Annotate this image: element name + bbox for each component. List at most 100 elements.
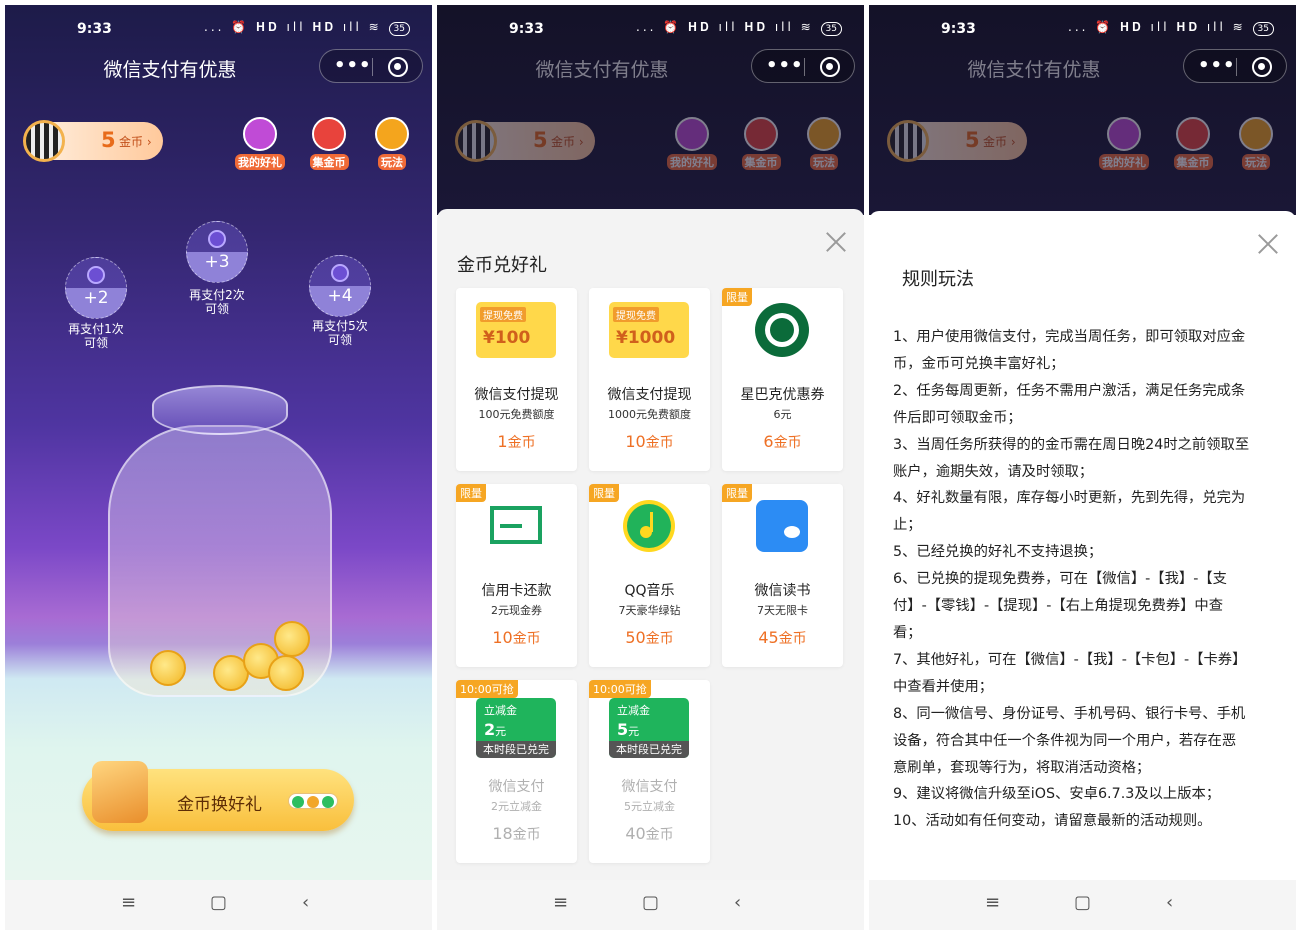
- gift-card[interactable]: 提现免费 ¥1000 微信支付提现 1000元免费额度 10金币: [589, 288, 710, 471]
- task-list-icon: [1176, 117, 1210, 151]
- rules-line: 5、已经兑换的好礼不支持退换；: [893, 544, 1103, 561]
- close-icon[interactable]: [1257, 233, 1279, 255]
- back-icon[interactable]: ‹: [302, 892, 309, 913]
- rules-sheet: 规则玩法 1、用户使用微信支付，完成当周任务，即可领取对应金 币，金币可兑换丰富…: [869, 211, 1296, 882]
- rules-clipboard-icon: [1239, 117, 1273, 151]
- back-icon[interactable]: ‹: [1166, 892, 1173, 913]
- shortcut-label: 我的好礼: [1099, 154, 1149, 170]
- exchange-gifts-button[interactable]: 金币换好礼: [82, 761, 354, 831]
- rules-line: 10、活动如有任何变动，请留意最新的活动规则。: [893, 813, 1212, 830]
- dimmed-background: 9:33 ... ⏰ 𝐇𝐃 ıll 𝐇𝐃 ıll ≋ 35 微信支付有优惠 ••…: [437, 5, 864, 215]
- capsule-divider: [372, 58, 373, 76]
- signal-icons: ... ⏰ 𝐇𝐃 ıll 𝐇𝐃 ıll ≋: [636, 20, 814, 34]
- gift-card[interactable]: 限量 QQ音乐 7天豪华绿钻 50金币: [589, 484, 710, 667]
- gift-name: 信用卡还款: [481, 583, 552, 599]
- gift-card[interactable]: 立减金 5元 本时段已兑完 10:00可抢 微信支付 5元立减金 40金币: [589, 680, 710, 863]
- status-bar: 9:33 ... ⏰ 𝐇𝐃 ıll 𝐇𝐃 ıll ≋ 35: [869, 17, 1296, 41]
- close-mini-program-icon[interactable]: [820, 57, 840, 77]
- menu-icon[interactable]: ≡: [985, 892, 1000, 913]
- close-mini-program-icon[interactable]: [388, 57, 408, 77]
- shortcut-label: 集金币: [1173, 154, 1213, 170]
- collect-coins-button[interactable]: 集金币: [299, 117, 359, 170]
- rules-line: 付】-【零钱】-【提现】-【右上角提现免费券】中查: [893, 598, 1224, 615]
- rules-line: 1、用户使用微信支付，完成当周任务，即可领取对应金: [893, 329, 1246, 345]
- battery-icon: 35: [1252, 22, 1274, 36]
- coin-count: 5: [101, 128, 116, 152]
- voucher-tag: 提现免费: [613, 307, 659, 322]
- voucher-amount: ¥100: [483, 328, 531, 348]
- menu-icon[interactable]: ≡: [121, 892, 136, 913]
- gift-card[interactable]: 限量 星巴克优惠券 6元 6金币: [722, 288, 843, 471]
- rules-clipboard-icon: [807, 117, 841, 151]
- voucher-tag: 立减金: [484, 704, 517, 717]
- home-icon[interactable]: ▢: [642, 892, 659, 913]
- page-title: 微信支付有优惠: [103, 59, 237, 81]
- voucher-amount: ¥1000: [616, 328, 676, 348]
- menu-icon[interactable]: ≡: [553, 892, 568, 913]
- credit-card-repay-icon: [476, 498, 556, 554]
- gift-card[interactable]: 立减金 2元 本时段已兑完 10:00可抢 微信支付 2元立减金 18金币: [456, 680, 577, 863]
- gift-card[interactable]: 限量 微信读书 7天无限卡 45金币: [722, 484, 843, 667]
- close-icon[interactable]: [825, 231, 847, 253]
- avatar: [23, 120, 65, 162]
- exchange-sheet: 金币兑好礼 提现免费 ¥100 微信支付提现 100元免费额度 1金币 提现免费…: [437, 209, 864, 880]
- status-icons: ... ⏰ 𝐇𝐃 ıll 𝐇𝐃 ıll ≋ 35: [204, 20, 410, 36]
- more-button[interactable]: •••: [334, 55, 372, 76]
- rules-line: 意刷单，套现等行为，将取消活动资格；: [893, 759, 1151, 776]
- how-to-play-button[interactable]: 玩法: [362, 117, 422, 170]
- gift-name: 星巴克优惠券: [740, 387, 825, 403]
- rules-line: 7、其他好礼，可在【微信】-【我】-【卡包】-【卡券】: [893, 651, 1247, 668]
- bubble-caption: 再支付5次 可领: [312, 319, 368, 347]
- coin-balance-button: 5 金币 ›: [455, 120, 595, 162]
- rules-line: 6、已兑换的提现免费券，可在【微信】-【我】-【支: [893, 571, 1227, 588]
- withdraw-voucher-icon: 提现免费 ¥100: [476, 302, 556, 358]
- wechat-pay-icon: [331, 264, 349, 282]
- voucher-amount: 5元: [617, 720, 640, 739]
- rules-line: 9、建议将微信升级至iOS、安卓6.7.3及以上版本；: [893, 786, 1221, 803]
- my-gifts-button: 我的好礼: [1094, 117, 1154, 170]
- signal-icons: ... ⏰ 𝐇𝐃 ıll 𝐇𝐃 ıll ≋: [1068, 20, 1246, 34]
- rules-line: 币，金币可兑换丰富好礼；: [893, 355, 1065, 372]
- main-screen: 9:33 ... ⏰ 𝐇𝐃 ıll 𝐇𝐃 ıll ≋ 35 微信支付有优惠 ••…: [5, 5, 432, 930]
- coin-bubble-2[interactable]: +3: [186, 221, 248, 283]
- gift-price: 10金币: [625, 432, 674, 451]
- coin-count: 5: [533, 128, 548, 152]
- more-button[interactable]: •••: [766, 55, 804, 76]
- rules-sheet-screen: 9:33 ... ⏰ 𝐇𝐃 ıll 𝐇𝐃 ıll ≋ 35 微信支付有优惠 ••…: [869, 5, 1296, 930]
- more-button[interactable]: •••: [1198, 55, 1236, 76]
- coin-bubble-3[interactable]: +4: [309, 255, 371, 317]
- status-bar: 9:33 ... ⏰ 𝐇𝐃 ıll 𝐇𝐃 ıll ≋ 35: [5, 17, 432, 41]
- status-time: 9:33: [941, 21, 976, 37]
- rules-line: 件后即可领取金币；: [893, 409, 1022, 426]
- gift-card[interactable]: 限量 信用卡还款 2元现金券 10金币: [456, 484, 577, 667]
- close-mini-program-icon[interactable]: [1252, 57, 1272, 77]
- coin-bubble-1[interactable]: +2: [65, 257, 127, 319]
- exchange-sheet-screen: 9:33 ... ⏰ 𝐇𝐃 ıll 𝐇𝐃 ıll ≋ 35 微信支付有优惠 ••…: [437, 5, 864, 930]
- starbucks-logo-icon: [742, 302, 822, 358]
- back-icon[interactable]: ‹: [734, 892, 741, 913]
- bubble-reward: +2: [83, 288, 109, 308]
- coin-balance-button[interactable]: 5 金币 ›: [23, 120, 163, 162]
- gift-subtitle: 7天豪华绿钻: [618, 604, 681, 617]
- my-gifts-button: 我的好礼: [662, 117, 722, 170]
- rules-title: 规则玩法: [902, 269, 974, 290]
- shortcut-label: 玩法: [1242, 154, 1270, 170]
- gift-subtitle: 2元现金券: [491, 604, 542, 617]
- coin-jar: [108, 385, 332, 700]
- page-title: 微信支付有优惠: [967, 59, 1101, 81]
- shortcut-label: 我的好礼: [235, 154, 285, 170]
- my-gifts-button[interactable]: 我的好礼: [230, 117, 290, 170]
- wechat-pay-icon: [208, 230, 226, 248]
- time-slot-badge: 10:00可抢: [456, 680, 518, 698]
- coin-unit: 金币 ›: [551, 135, 584, 149]
- gift-price: 6金币: [763, 432, 802, 451]
- coin-count: 5: [965, 128, 980, 152]
- home-icon[interactable]: ▢: [210, 892, 227, 913]
- bubble-reward: +4: [327, 286, 353, 306]
- gift-calendar-icon: [1107, 117, 1141, 151]
- wechat-read-icon: [742, 498, 822, 554]
- mini-program-capsule: •••: [751, 49, 855, 83]
- home-icon[interactable]: ▢: [1074, 892, 1091, 913]
- gift-card[interactable]: 提现免费 ¥100 微信支付提现 100元免费额度 1金币: [456, 288, 577, 471]
- mini-program-capsule: •••: [1183, 49, 1287, 83]
